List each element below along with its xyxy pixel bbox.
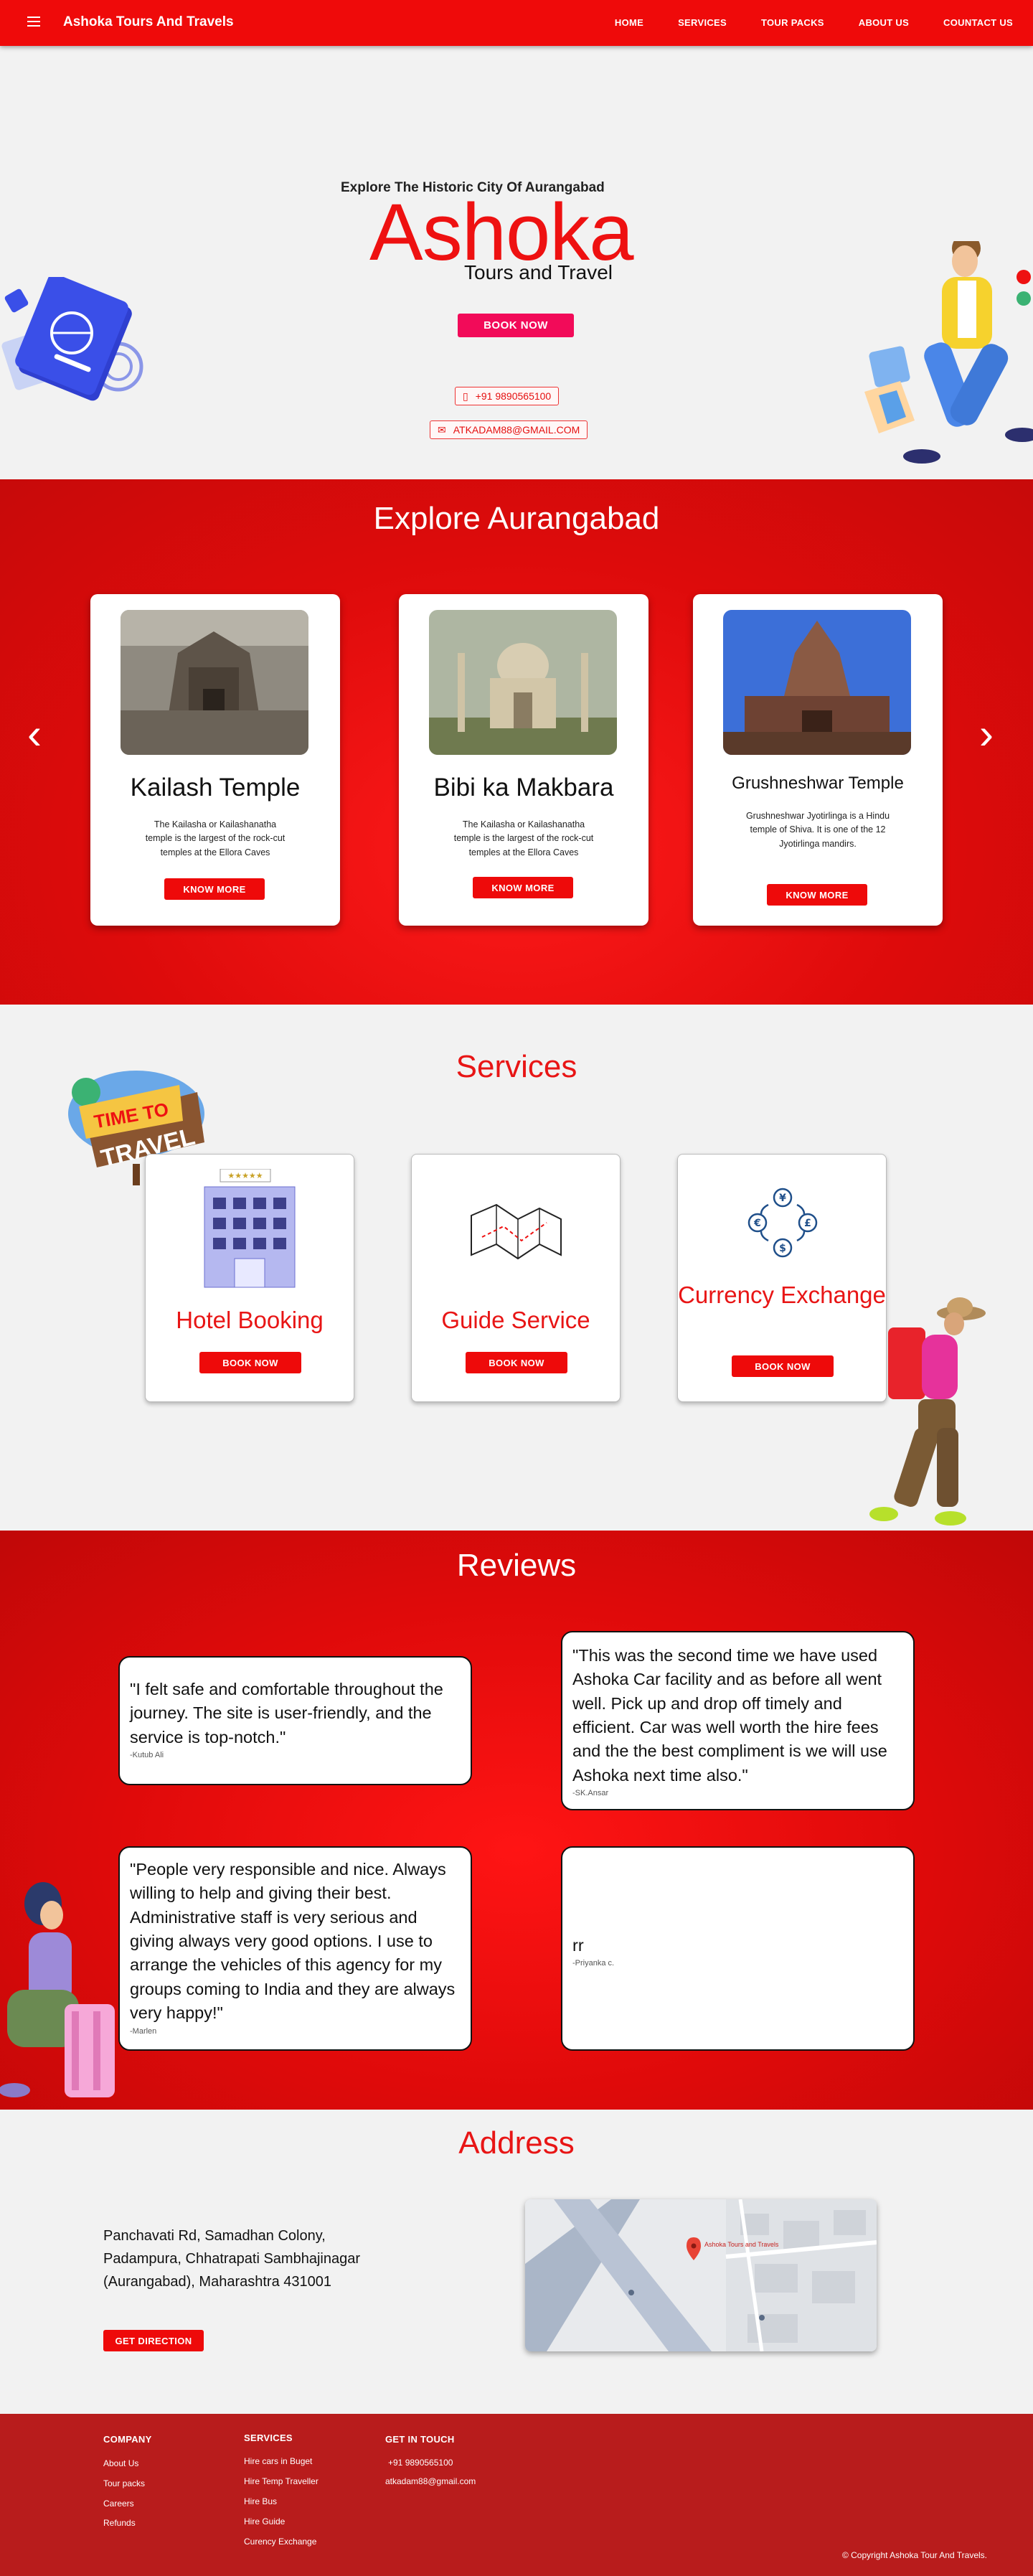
hero-book-now-button[interactable]: BOOK NOW — [458, 314, 574, 337]
menu-icon[interactable] — [27, 17, 40, 27]
traveler-illustration — [864, 241, 1033, 464]
address-section: Address Panchavati Rd, Samadhan Colony, … — [0, 2110, 1033, 2414]
review-text: rr — [572, 1936, 584, 1955]
hero-phone: +91 9890565100 — [475, 390, 552, 402]
know-more-button[interactable]: KNOW MORE — [164, 878, 265, 900]
map-guide-icon — [471, 1203, 562, 1260]
reviews-section: Reviews "I felt safe and comfortable thr… — [0, 1531, 1033, 2110]
place-card-bibi-ka-makbara: Bibi ka Makbara The Kailasha or Kailasha… — [399, 594, 648, 926]
place-card-grushneshwar: Grushneshwar Temple Grushneshwar Jyotirl… — [693, 594, 943, 926]
svg-text:★★★★★: ★★★★★ — [227, 1171, 263, 1180]
explore-title: Explore Aurangabad — [373, 501, 660, 536]
know-more-button[interactable]: KNOW MORE — [767, 884, 867, 906]
hero-phone-pill[interactable]: ▯ +91 9890565100 — [455, 387, 560, 405]
nav-services[interactable]: SERVICES — [678, 17, 727, 28]
review-author: -Marlen — [130, 2026, 157, 2036]
reviews-title: Reviews — [456, 1548, 577, 1583]
currency-exchange-icon: ¥ € £ $ — [747, 1188, 818, 1258]
footer-link-tour-packs[interactable]: Tour packs — [103, 2478, 145, 2488]
grushneshwar-temple-image — [723, 610, 911, 755]
address-line: Panchavati Rd, Samadhan Colony, — [103, 2228, 326, 2244]
svg-text:£: £ — [804, 1218, 811, 1229]
place-name: Kailash Temple — [130, 774, 301, 802]
passport-illustration — [1, 277, 143, 401]
phone-icon: ▯ — [463, 390, 468, 402]
hero-section: Explore The Historic City Of Aurangabad … — [0, 46, 1033, 479]
nav-tour-packs[interactable]: TOUR PACKS — [761, 17, 824, 28]
nav-contact-us[interactable]: COUNTACT US — [943, 17, 1013, 28]
review-author: -Kutub Ali — [130, 1751, 164, 1760]
address-title: Address — [458, 2125, 575, 2161]
book-now-button[interactable]: BOOK NOW — [466, 1352, 567, 1373]
hero-email: ATKADAM88@GMAIL.COM — [453, 424, 580, 436]
footer-link-hire-cars[interactable]: Hire cars in Buget — [244, 2456, 312, 2466]
footer-phone[interactable]: +91 9890565100 — [388, 2458, 453, 2468]
service-name: Hotel Booking — [176, 1307, 324, 1333]
place-description: The Kailasha or Kailashanatha temple is … — [145, 819, 286, 857]
svg-text:€: € — [753, 1218, 761, 1229]
footer-link-refunds[interactable]: Refunds — [103, 2518, 136, 2528]
mail-icon: ✉ — [438, 423, 446, 436]
map-canvas[interactable]: Ashoka Tours and Travels — [525, 2199, 877, 2351]
service-card-guide: Guide Service BOOK NOW — [411, 1154, 621, 1402]
review-card: "People very responsible and nice. Alway… — [118, 1846, 472, 2051]
service-name: Guide Service — [441, 1307, 590, 1333]
map-embed[interactable]: Ashoka Tours and Travels — [525, 2199, 877, 2351]
footer: COMPANY About Us Tour packs Careers Refu… — [0, 2414, 1033, 2576]
svg-text:$: $ — [779, 1243, 786, 1254]
review-card: "This was the second time we have used A… — [561, 1631, 915, 1810]
copyright-text: © Copyright Ashoka Tour And Travels. — [841, 2550, 987, 2560]
review-text: "This was the second time we have used A… — [572, 1646, 887, 1785]
services-section: Services TIME TO TRAVEL ★★★★★ Hotel Book… — [0, 1005, 1033, 1531]
girl-with-suitcase-illustration — [0, 1882, 115, 2097]
review-card: rr -Priyanka c. — [561, 1846, 915, 2051]
hero-email-pill[interactable]: ✉ ATKADAM88@GMAIL.COM — [430, 420, 588, 439]
address-text: Panchavati Rd, Samadhan Colony, Padampur… — [103, 2224, 360, 2293]
chevron-left-icon[interactable]: ‹ — [27, 713, 42, 756]
footer-link-currency-exchange[interactable]: Curency Exchange — [244, 2537, 316, 2547]
footer-link-hire-guide[interactable]: Hire Guide — [244, 2516, 285, 2526]
place-description: Grushneshwar Jyotirlinga is a Hindu temp… — [745, 811, 890, 849]
bibi-ka-makbara-image — [429, 610, 617, 755]
address-line: Padampura, Chhatrapati Sambhajinagar — [103, 2251, 360, 2267]
backpacker-illustration — [869, 1297, 986, 1526]
review-author: -Priyanka c. — [572, 1959, 615, 1968]
service-card-hotel: ★★★★★ Hotel Booking BOOK NOW — [145, 1154, 354, 1402]
footer-link-about-us[interactable]: About Us — [103, 2458, 138, 2468]
chevron-right-icon[interactable]: › — [979, 713, 994, 756]
brand-title[interactable]: Ashoka Tours And Travels — [63, 14, 234, 30]
place-description: The Kailasha or Kailashanatha temple is … — [453, 819, 594, 857]
review-author: -SK.Ansar — [572, 1789, 609, 1798]
footer-email[interactable]: atkadam88@gmail.com — [385, 2476, 476, 2486]
nav-links: HOME SERVICES TOUR PACKS ABOUT US COUNTA… — [615, 17, 1013, 28]
svg-text:¥: ¥ — [779, 1193, 786, 1204]
footer-link-hire-bus[interactable]: Hire Bus — [244, 2496, 277, 2506]
nav-home[interactable]: HOME — [615, 17, 643, 28]
place-card-kailash: Kailash Temple The Kailasha or Kailashan… — [90, 594, 340, 926]
review-text: "People very responsible and nice. Alway… — [130, 1860, 456, 2023]
navbar: Ashoka Tours And Travels HOME SERVICES T… — [0, 0, 1033, 46]
explore-section: Explore Aurangabad ‹ › Kailash Temple Th… — [0, 479, 1033, 1005]
place-name: Grushneshwar Temple — [732, 774, 904, 793]
footer-contact-title: GET IN TOUCH — [385, 2434, 455, 2445]
kailash-temple-image — [121, 610, 308, 755]
footer-link-careers[interactable]: Careers — [103, 2499, 134, 2509]
address-line: (Aurangabad), Maharashtra 431001 — [103, 2274, 331, 2290]
footer-company-title: COMPANY — [103, 2434, 152, 2445]
book-now-button[interactable]: BOOK NOW — [199, 1352, 301, 1373]
get-direction-button[interactable]: GET DIRECTION — [103, 2330, 204, 2351]
review-card: "I felt safe and comfortable throughout … — [118, 1656, 472, 1785]
map-pin-label: Ashoka Tours and Travels — [704, 2241, 779, 2248]
footer-services-title: SERVICES — [244, 2432, 293, 2443]
place-name: Bibi ka Makbara — [433, 774, 614, 802]
footer-link-hire-temp-traveller[interactable]: Hire Temp Traveller — [244, 2476, 319, 2486]
hotel-icon: ★★★★★ — [204, 1169, 296, 1288]
know-more-button[interactable]: KNOW MORE — [473, 877, 573, 898]
nav-about-us[interactable]: ABOUT US — [859, 17, 909, 28]
review-text: "I felt safe and comfortable throughout … — [130, 1680, 443, 1747]
hero-subtitle: Tours and Travel — [464, 261, 613, 283]
book-now-button[interactable]: BOOK NOW — [732, 1355, 834, 1377]
